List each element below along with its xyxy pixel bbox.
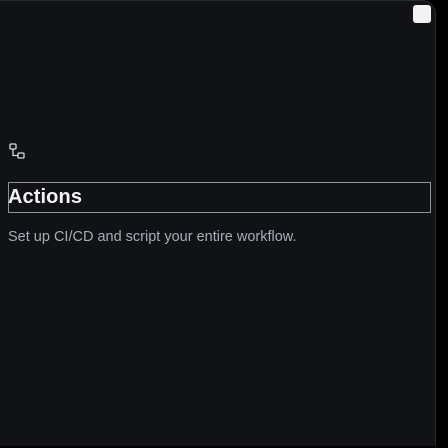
feature-title[interactable]: Actions <box>8 180 82 214</box>
feature-card: Actions Set up CI/CD and script your ent… <box>0 0 436 446</box>
workflow-icon <box>9 143 25 159</box>
feature-description: Set up CI/CD and script your entire work… <box>8 229 297 245</box>
corner-badge <box>413 5 431 23</box>
